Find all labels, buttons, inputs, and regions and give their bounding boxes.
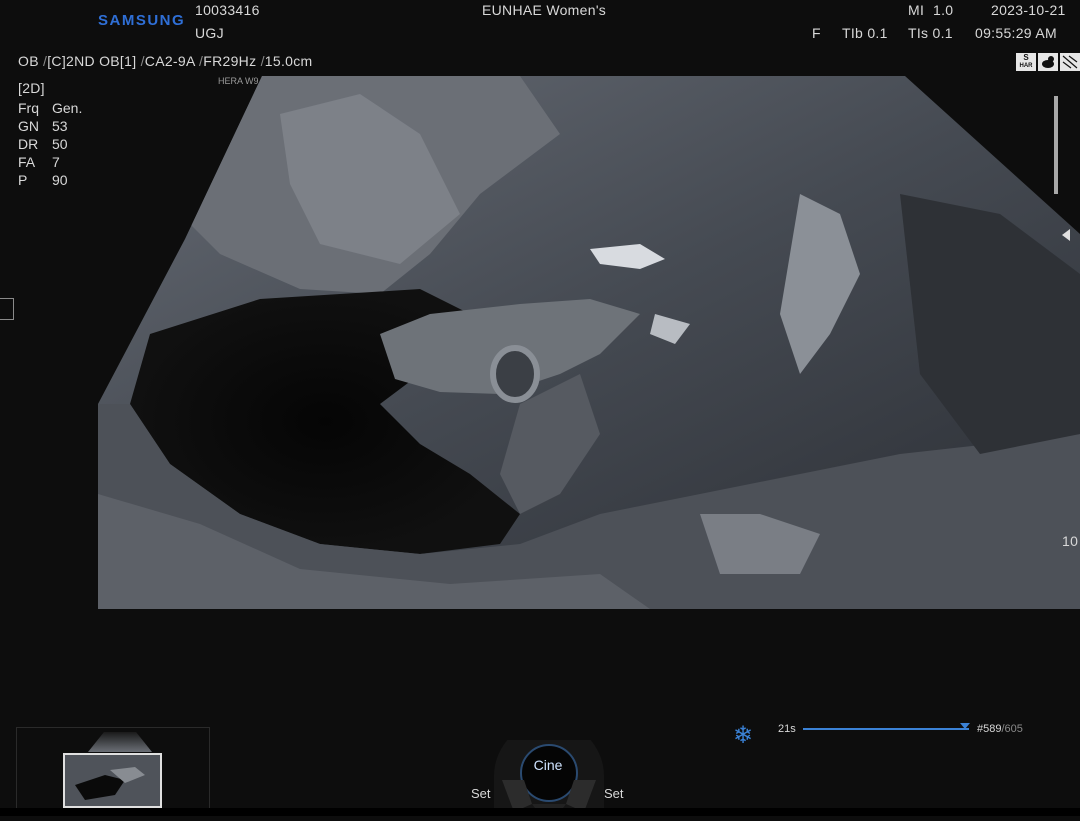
depth-marker: 10 [1062,533,1079,549]
cine-label: Cine [533,757,563,773]
frame-current: #589 [977,723,1002,735]
cine-knob[interactable] [494,721,604,816]
focus-indicator: F [812,25,821,41]
s-har-top: S [1023,53,1029,62]
patient-name: UGJ [195,25,224,41]
frame-rate: FR29Hz [203,53,257,69]
cine-progress-bar[interactable] [803,728,969,730]
frame-total: /605 [1001,723,1023,735]
probe-name: CA2-9A [144,53,195,69]
preset-line: OB /[C]2ND OB[1] /CA2-9A /FR29Hz /15.0cm [18,53,313,69]
freeze-snowflake-icon: ❄ [733,722,754,749]
institution-name: EUNHAE Women's [482,2,607,18]
bottom-bar [0,808,1080,816]
fetus-icon [1038,53,1058,71]
ultrasound-image[interactable] [0,74,1080,609]
mi-value: 1.0 [933,2,954,18]
exam-type: OB [18,53,39,69]
exam-time: 09:55:29 AM [975,25,1057,41]
s-har-bottom: HAR [1019,63,1033,69]
cine-time: 21s [778,723,796,735]
mi-label: MI [908,2,925,18]
tis-index: TIs 0.1 [908,25,953,41]
preset-name: [C]2ND OB[1] [47,53,137,69]
cine-left-set[interactable]: Set [471,786,491,801]
depth-value: 15.0cm [264,53,313,69]
samsung-logo: SAMSUNG [98,12,186,29]
focus-marker-icon [1062,229,1070,241]
patient-id: 10033416 [195,2,260,18]
cine-position-marker-icon[interactable] [960,723,970,729]
grid-icon [1060,53,1080,71]
cine-right-set[interactable]: Set [604,786,624,801]
exam-date: 2023-10-21 [991,2,1066,18]
side-panel-toggle[interactable] [0,298,14,320]
thumbnail-viewport[interactable] [63,753,162,808]
cine-frame-counter: #589/605 [977,723,1023,735]
s-har-icon: S HAR [1016,53,1036,71]
tib-index: TIb 0.1 [842,25,888,41]
